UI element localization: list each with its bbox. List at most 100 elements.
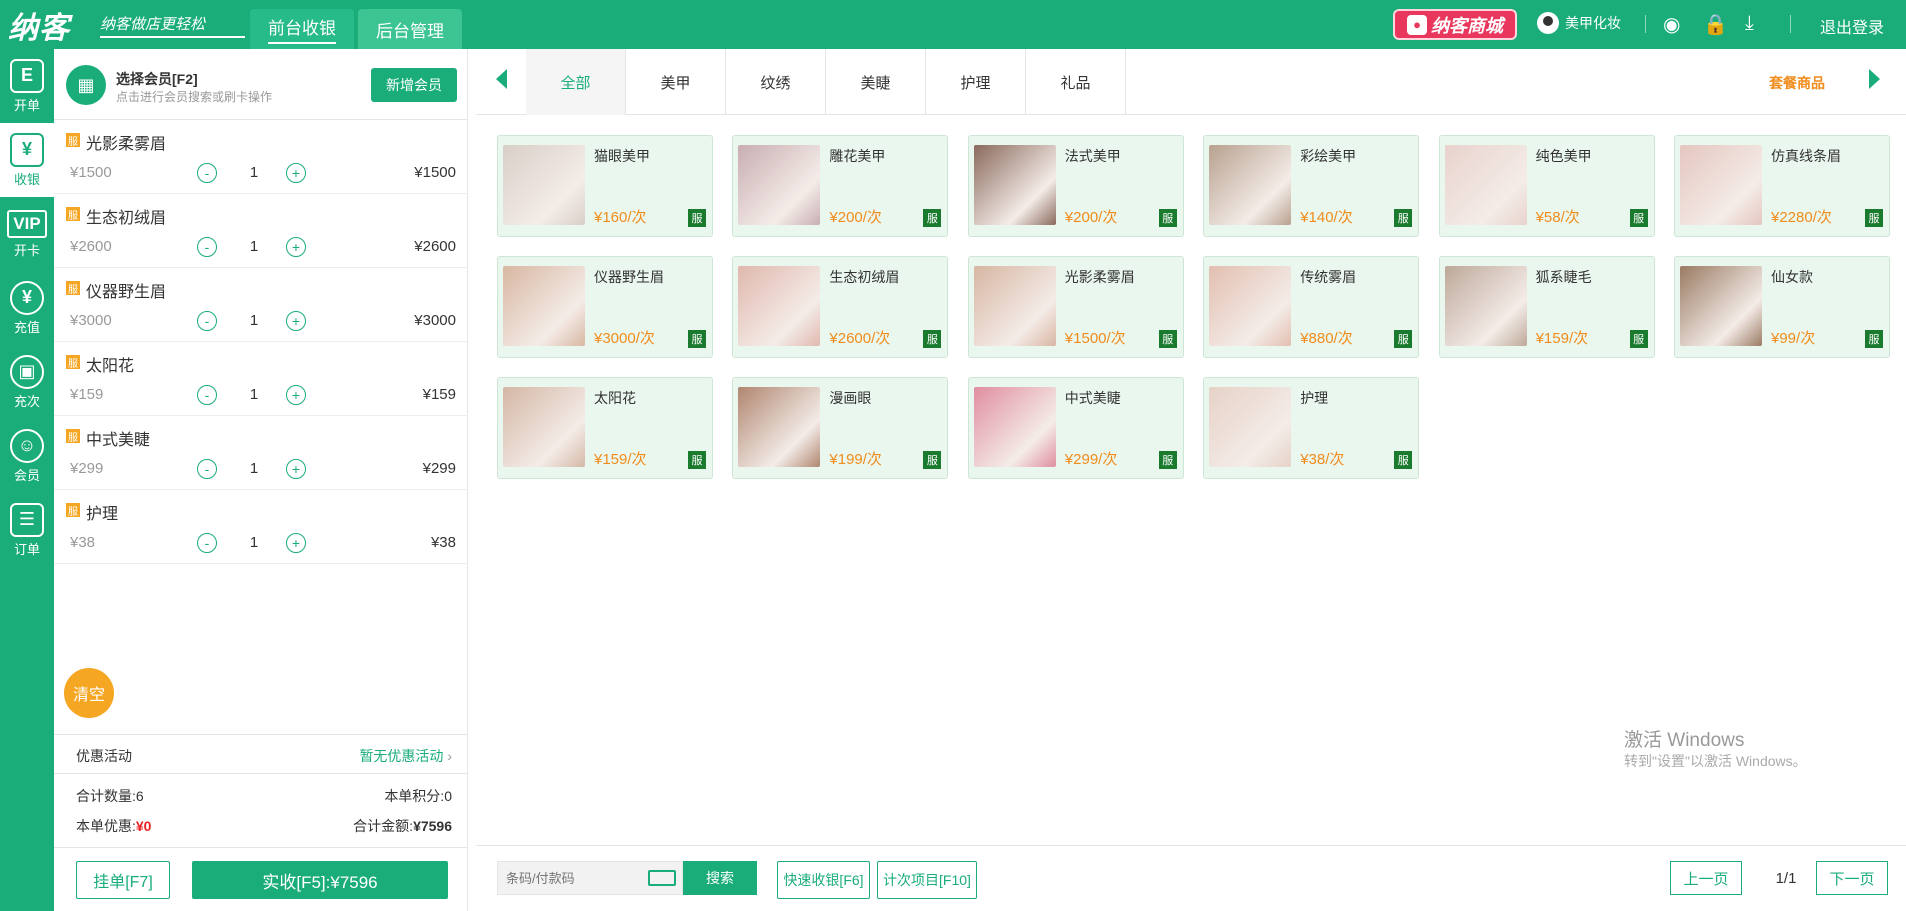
product-card[interactable]: 生态初绒眉 ¥2600/次 服 <box>732 256 949 358</box>
product-card[interactable]: 雕花美甲 ¥200/次 服 <box>732 135 949 237</box>
service-tag: 服 <box>66 503 80 518</box>
category-tab[interactable]: 全部 <box>526 49 626 115</box>
increase-button[interactable]: + <box>286 533 306 553</box>
next-page-button[interactable]: 下一页 <box>1816 861 1888 895</box>
chevron-right-icon: › <box>447 748 452 764</box>
product-card[interactable]: 漫画眼 ¥199/次 服 <box>732 377 949 479</box>
prev-page-button[interactable]: 上一页 <box>1670 861 1742 895</box>
product-card[interactable]: 仙女款 ¥99/次 服 <box>1674 256 1890 358</box>
increase-button[interactable]: + <box>286 311 306 331</box>
category-tab[interactable]: 护理 <box>926 49 1026 115</box>
product-card[interactable]: 彩绘美甲 ¥140/次 服 <box>1203 135 1420 237</box>
product-card[interactable]: 法式美甲 ¥200/次 服 <box>967 135 1184 237</box>
product-price: ¥58/次 <box>1535 209 1580 226</box>
cart-item-name: 光影柔雾眉 <box>86 136 167 153</box>
cart-item-qty[interactable]: 1 <box>244 386 264 403</box>
service-tag: 服 <box>688 451 706 469</box>
product-card[interactable]: 仿真线条眉 ¥2280/次 服 <box>1674 135 1890 237</box>
download-icon[interactable]: ⤓ <box>1745 12 1754 35</box>
cart-item-qty[interactable]: 1 <box>244 238 264 255</box>
cart-item[interactable]: 服护理 ¥38 - 1 + ¥38 <box>54 490 468 564</box>
order-amount: 合计金额:¥7596 <box>353 818 452 834</box>
increase-button[interactable]: + <box>286 385 306 405</box>
decrease-button[interactable]: - <box>197 385 217 405</box>
barcode-input[interactable] <box>498 862 648 894</box>
clear-cart-button[interactable]: 清空 <box>64 668 114 718</box>
tab-back-admin[interactable]: 后台管理 <box>358 9 462 49</box>
product-image <box>1444 145 1527 225</box>
cart-item-qty[interactable]: 1 <box>244 460 264 477</box>
product-card[interactable]: 太阳花 ¥159/次 服 <box>497 377 713 479</box>
arrow-right-icon[interactable] <box>1869 69 1880 89</box>
cart-item[interactable]: 服太阳花 ¥159 - 1 + ¥159 <box>54 342 468 416</box>
product-card[interactable]: 光影柔雾眉 ¥1500/次 服 <box>967 256 1184 358</box>
tab-front-cashier[interactable]: 前台收银 <box>250 9 354 49</box>
times-items-button[interactable]: 计次项目[F10] <box>877 861 977 899</box>
logout-button[interactable]: 退出登录 <box>1820 14 1884 38</box>
increase-button[interactable]: + <box>286 237 306 257</box>
shop-button[interactable]: ● 纳客商城 <box>1393 9 1517 40</box>
product-card[interactable]: 传统雾眉 ¥880/次 服 <box>1203 256 1420 358</box>
product-card[interactable]: 中式美睫 ¥299/次 服 <box>967 377 1184 479</box>
sidebar-item-vip-card[interactable]: VIP 开卡 <box>0 197 54 271</box>
sidebar-item-order[interactable]: ☰ 订单 <box>0 493 54 567</box>
add-member-button[interactable]: 新增会员 <box>371 68 457 102</box>
sidebar-item-member[interactable]: ☺ 会员 <box>0 419 54 493</box>
sidebar-item-cashier[interactable]: ¥ 收银 <box>0 123 54 197</box>
cart-item-qty[interactable]: 1 <box>244 164 264 181</box>
lock-icon[interactable]: 🔒 <box>1703 12 1728 37</box>
service-tag: 服 <box>1865 330 1883 348</box>
product-card[interactable]: 猫眼美甲 ¥160/次 服 <box>497 135 713 237</box>
cart-item-qty[interactable]: 1 <box>244 312 264 329</box>
product-price: ¥199/次 <box>829 451 882 468</box>
logo: 纳客 <box>8 11 70 45</box>
member-select[interactable]: ▦ 选择会员[F2] 点击进行会员搜索或刷卡操作 新增会员 <box>54 49 468 120</box>
promotion-row[interactable]: 优惠活动 暂无优惠活动 › <box>54 734 468 774</box>
cart-item[interactable]: 服生态初绒眉 ¥2600 - 1 + ¥2600 <box>54 194 468 268</box>
product-image <box>973 266 1056 346</box>
product-price: ¥3000/次 <box>594 330 655 347</box>
decrease-button[interactable]: - <box>197 459 217 479</box>
service-tag: 服 <box>66 281 80 296</box>
user-name: 美甲化妆 <box>1565 15 1621 31</box>
product-card[interactable]: 狐系睫毛 ¥159/次 服 <box>1438 256 1655 358</box>
cart-item-name: 护理 <box>86 506 119 523</box>
product-price: ¥159/次 <box>594 451 647 468</box>
cart-item[interactable]: 服仪器野生眉 ¥3000 - 1 + ¥3000 <box>54 268 468 342</box>
search-button[interactable]: 搜索 <box>683 861 757 895</box>
category-tab[interactable]: 美睫 <box>826 49 926 115</box>
sidebar-item-open-order[interactable]: E 开单 <box>0 49 54 123</box>
cart-item-total: ¥38 <box>430 534 456 551</box>
decrease-button[interactable]: - <box>197 533 217 553</box>
cart-item[interactable]: 服光影柔雾眉 ¥1500 - 1 + ¥1500 <box>54 120 468 194</box>
hold-order-button[interactable]: 挂单[F7] <box>76 861 170 899</box>
service-tag: 服 <box>1629 330 1648 348</box>
sidebar-item-recharge-times[interactable]: ▣ 充次 <box>0 345 54 419</box>
keyboard-icon[interactable] <box>648 870 676 886</box>
cart-item-name: 生态初绒眉 <box>86 210 167 227</box>
combo-products-link[interactable]: 套餐商品 <box>1769 73 1825 93</box>
product-card[interactable]: 护理 ¥38/次 服 <box>1203 377 1420 479</box>
arrow-left-icon[interactable] <box>496 69 507 89</box>
category-tab[interactable]: 礼品 <box>1026 49 1126 115</box>
decrease-button[interactable]: - <box>197 311 217 331</box>
product-card[interactable]: 纯色美甲 ¥58/次 服 <box>1438 135 1655 237</box>
search-box <box>497 861 683 895</box>
decrease-button[interactable]: - <box>197 163 217 183</box>
category-tab[interactable]: 美甲 <box>626 49 726 115</box>
open-order-icon: E <box>10 58 44 93</box>
pay-button[interactable]: 实收[F5]:¥7596 <box>192 861 448 899</box>
cart-item-qty[interactable]: 1 <box>244 534 264 551</box>
category-tab[interactable]: 纹绣 <box>726 49 826 115</box>
product-card[interactable]: 仪器野生眉 ¥3000/次 服 <box>497 256 713 358</box>
promo-value: 暂无优惠活动 › <box>359 748 452 764</box>
quick-cashier-button[interactable]: 快速收银[F6] <box>777 861 870 899</box>
increase-button[interactable]: + <box>286 459 306 479</box>
headset-icon[interactable]: ◉ <box>1663 12 1680 37</box>
increase-button[interactable]: + <box>286 163 306 183</box>
decrease-button[interactable]: - <box>197 237 217 257</box>
user-info[interactable]: 美甲化妆 <box>1537 12 1621 34</box>
cart-item[interactable]: 服中式美睫 ¥299 - 1 + ¥299 <box>54 416 468 490</box>
cashier-icon: ¥ <box>10 132 44 167</box>
sidebar-item-recharge[interactable]: ¥ 充值 <box>0 271 54 345</box>
